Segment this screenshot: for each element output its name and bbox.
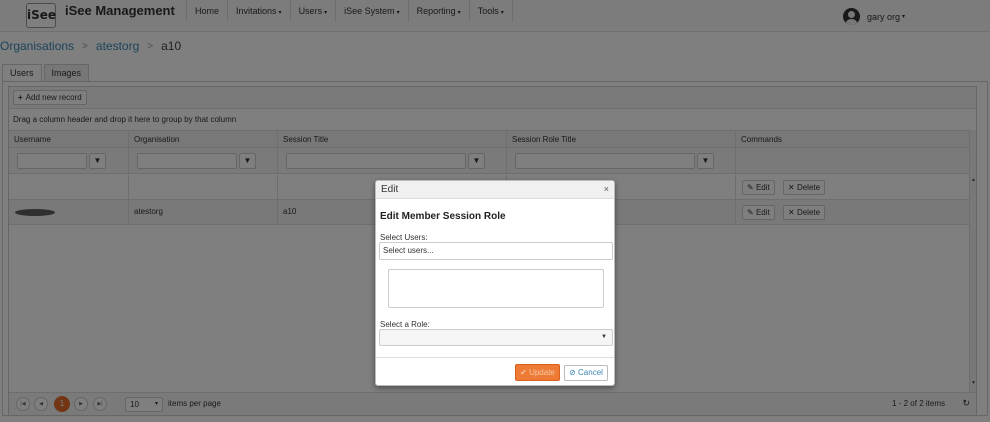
users-textarea[interactable] xyxy=(388,269,604,308)
check-icon: ✔ xyxy=(520,368,530,377)
edit-dialog: Edit × Edit Member Session Role Select U… xyxy=(375,180,615,386)
select-users-label: Select Users: xyxy=(380,233,428,242)
dialog-heading: Edit Member Session Role xyxy=(380,211,506,222)
dialog-divider xyxy=(376,357,614,358)
role-select[interactable]: ▼ xyxy=(379,329,613,346)
select-users-input[interactable]: Select users... xyxy=(379,242,613,260)
close-icon[interactable]: × xyxy=(604,184,609,194)
dialog-header: Edit × xyxy=(376,181,614,199)
cancel-icon: ⊘ xyxy=(569,368,579,377)
cancel-button[interactable]: ⊘ Cancel xyxy=(564,365,608,381)
dialog-title: Edit xyxy=(381,184,399,195)
update-button[interactable]: ✔ Update xyxy=(515,364,560,381)
caret-down-icon: ▼ xyxy=(601,334,607,340)
select-role-label: Select a Role: xyxy=(380,320,430,329)
